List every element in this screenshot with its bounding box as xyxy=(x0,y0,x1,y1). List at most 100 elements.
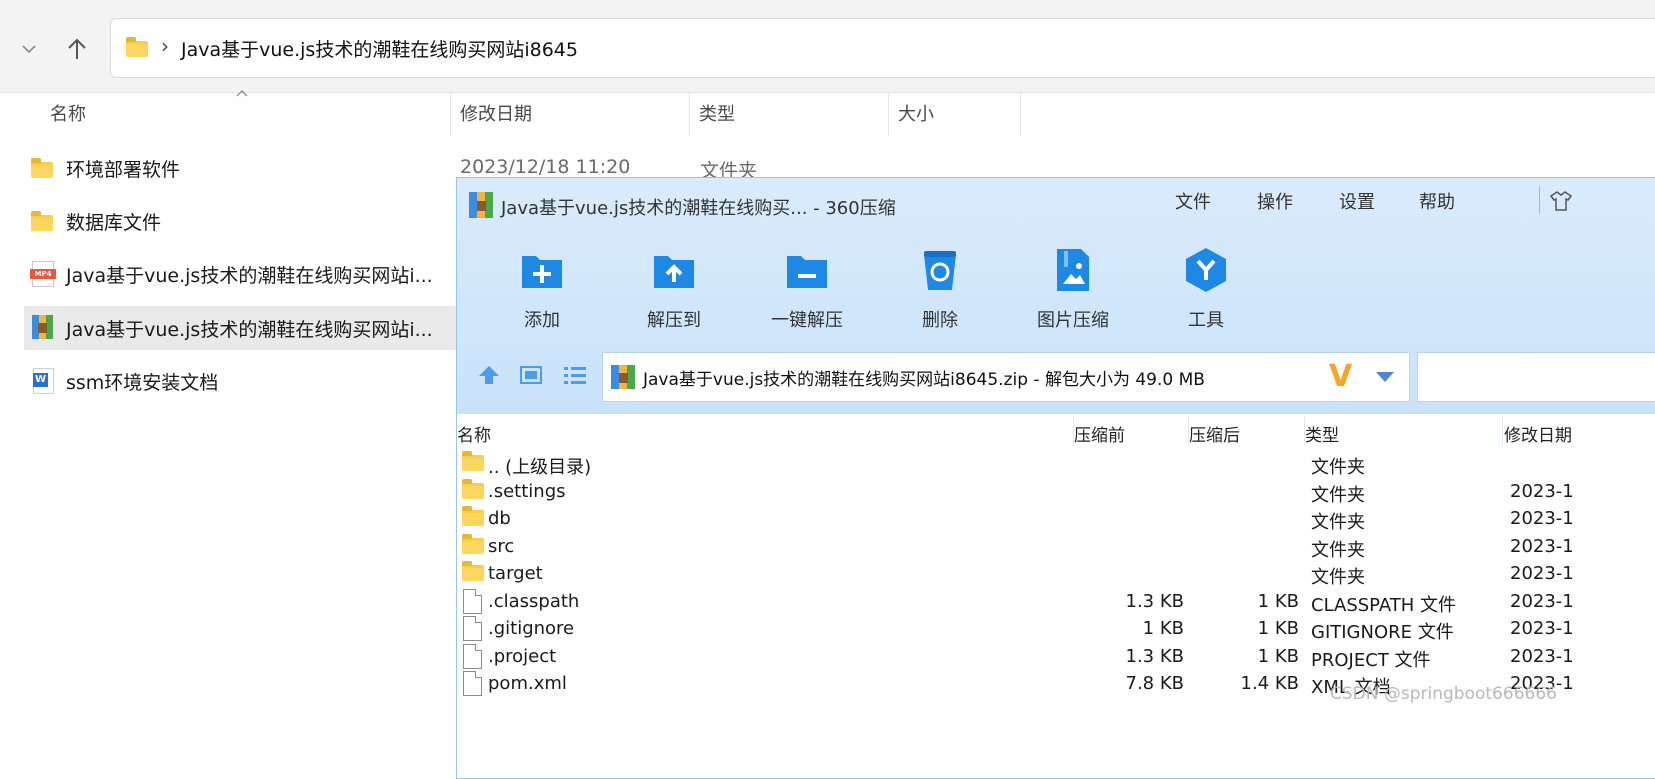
folder-icon xyxy=(461,533,487,556)
mp4-file-icon: MP4 xyxy=(30,261,56,287)
archive-row-type: 文件夹 xyxy=(1311,484,1365,506)
zip-app-icon xyxy=(469,192,497,218)
one-click-extract-icon xyxy=(783,246,831,294)
archive-row[interactable]: .classpath 1.3 KB 1 KB CLASSPATH 文件 2023-1 xyxy=(457,588,1655,616)
archive-row-after: 1.4 KB xyxy=(1240,673,1300,694)
archive-row-after: 1 KB xyxy=(1257,590,1299,612)
window-title: Java基于vue.js技术的潮鞋在线购买... - 360压缩 xyxy=(501,198,896,219)
delete-button[interactable]: 删除 xyxy=(885,242,995,332)
file-item-date: 2023/12/18 11:20 xyxy=(460,156,631,178)
image-compress-button[interactable]: 图片压缩 xyxy=(1018,242,1128,332)
skin-icon[interactable] xyxy=(1549,190,1573,216)
archive-row[interactable]: .project 1.3 KB 1 KB PROJECT 文件 2023-1 xyxy=(457,643,1655,671)
archive-row-type: 文件夹 xyxy=(1311,567,1365,588)
tools-button[interactable]: 工具 xyxy=(1151,242,1261,332)
vip-badge-icon[interactable]: V xyxy=(1329,359,1352,394)
archive-row-name: src xyxy=(488,535,515,557)
column-header-size[interactable]: 大小 xyxy=(898,100,934,130)
archive-row-type: 文件夹 xyxy=(1311,512,1365,533)
column-divider xyxy=(1304,416,1305,446)
archive-row-type: PROJECT 文件 xyxy=(1311,649,1431,671)
zip-column-name[interactable]: 名称 xyxy=(457,421,491,446)
menu-file[interactable]: 文件 xyxy=(1175,188,1211,214)
archive-row-name: pom.xml xyxy=(488,673,567,694)
address-bar[interactable]: › Java基于vue.js技术的潮鞋在线购买网站i8645 xyxy=(110,18,1655,78)
view-list-icon[interactable] xyxy=(563,364,587,390)
file-item[interactable]: 环境部署软件 xyxy=(24,146,456,190)
archive-path-text: Java基于vue.js技术的潮鞋在线购买网站i8645.zip - 解包大小为… xyxy=(643,370,1205,390)
archive-row-date: 2023-1 xyxy=(1510,480,1574,502)
column-divider xyxy=(1020,92,1021,136)
recent-locations-button[interactable] xyxy=(14,34,44,64)
folder-icon xyxy=(30,155,56,181)
sort-ascending-icon xyxy=(236,86,248,100)
file-item-label: Java基于vue.js技术的潮鞋在线购买网站i... xyxy=(66,318,433,341)
archive-row-name: .classpath xyxy=(488,590,580,612)
menu-settings[interactable]: 设置 xyxy=(1339,188,1375,214)
archive-row[interactable]: .gitignore 1 KB 1 KB GITIGNORE 文件 2023-1 xyxy=(457,616,1655,643)
archive-row-after: 1 KB xyxy=(1257,618,1299,639)
zip-column-type[interactable]: 类型 xyxy=(1305,421,1339,446)
address-path[interactable]: Java基于vue.js技术的潮鞋在线购买网站i8645 xyxy=(181,35,578,62)
archive-row-before: 1.3 KB xyxy=(1125,590,1185,612)
archive-row[interactable]: .. (上级目录) 文件夹 xyxy=(457,451,1655,478)
archive-row[interactable]: .settings 文件夹 2023-1 xyxy=(457,478,1655,506)
column-header-name[interactable]: 名称 xyxy=(50,100,86,130)
one-click-extract-button[interactable]: 一键解压 xyxy=(752,242,862,332)
zip-column-before[interactable]: 压缩前 xyxy=(1074,421,1125,446)
file-item[interactable]: MP4 Java基于vue.js技术的潮鞋在线购买网站i... xyxy=(24,252,456,296)
file-item[interactable]: 数据库文件 xyxy=(24,199,456,243)
add-button[interactable]: 添加 xyxy=(487,242,597,332)
chevron-down-icon xyxy=(22,45,36,54)
column-divider xyxy=(1073,416,1074,446)
add-label: 添加 xyxy=(524,310,560,331)
archive-search-input[interactable] xyxy=(1417,352,1655,402)
path-dropdown-icon[interactable] xyxy=(1375,369,1395,388)
column-divider xyxy=(689,92,690,136)
column-divider xyxy=(1188,416,1189,446)
file-icon xyxy=(463,588,482,614)
delete-icon xyxy=(916,246,964,294)
tools-icon xyxy=(1182,246,1230,294)
word-doc-icon: W xyxy=(30,368,56,394)
archive-row-before: 1 KB xyxy=(1142,618,1184,639)
archive-row-date: 2023-1 xyxy=(1510,645,1574,667)
folder-icon xyxy=(461,561,487,583)
menu-help[interactable]: 帮助 xyxy=(1419,188,1455,214)
archive-row-type: 文件夹 xyxy=(1311,539,1365,561)
column-divider xyxy=(1502,416,1503,446)
archive-row[interactable]: src 文件夹 2023-1 xyxy=(457,533,1655,561)
extract-to-label: 解压到 xyxy=(647,310,701,331)
file-item-selected[interactable]: Java基于vue.js技术的潮鞋在线购买网站i... xyxy=(24,306,456,350)
folder-icon xyxy=(461,506,487,528)
delete-label: 删除 xyxy=(922,310,958,331)
menu-operation[interactable]: 操作 xyxy=(1257,188,1293,214)
one-click-extract-label: 一键解压 xyxy=(771,310,843,331)
zip-archive-icon xyxy=(30,315,56,341)
column-header-date[interactable]: 修改日期 xyxy=(460,100,532,130)
column-divider xyxy=(888,92,889,136)
file-item-label: 环境部署软件 xyxy=(66,158,181,181)
tools-label: 工具 xyxy=(1188,310,1224,331)
add-icon xyxy=(518,246,566,294)
view-thumbnail-icon[interactable] xyxy=(519,364,543,390)
archive-path-bar[interactable]: Java基于vue.js技术的潮鞋在线购买网站i8645.zip - 解包大小为… xyxy=(602,352,1410,402)
file-item[interactable]: W ssm环境安装文档 xyxy=(24,359,456,403)
extract-to-button[interactable]: 解压到 xyxy=(619,242,729,332)
column-header-type[interactable]: 类型 xyxy=(699,100,735,130)
file-item-label: 数据库文件 xyxy=(66,211,162,234)
zip-column-date[interactable]: 修改日期 xyxy=(1504,421,1572,446)
explorer-toolbar: › Java基于vue.js技术的潮鞋在线购买网站i8645 xyxy=(0,0,1655,93)
folder-icon xyxy=(125,37,151,59)
archive-row[interactable]: db 文件夹 2023-1 xyxy=(457,506,1655,533)
archive-row-name: .settings xyxy=(488,480,566,502)
zip-column-after[interactable]: 压缩后 xyxy=(1189,421,1240,446)
file-item-label: Java基于vue.js技术的潮鞋在线购买网站i... xyxy=(66,264,433,287)
arrow-up-icon xyxy=(68,38,86,59)
up-button[interactable] xyxy=(60,32,94,66)
archive-row-type: 文件夹 xyxy=(1311,457,1365,478)
up-level-icon[interactable] xyxy=(477,364,501,390)
file-icon xyxy=(463,643,482,669)
archive-row[interactable]: target 文件夹 2023-1 xyxy=(457,561,1655,588)
zip-archive-icon xyxy=(611,365,637,389)
